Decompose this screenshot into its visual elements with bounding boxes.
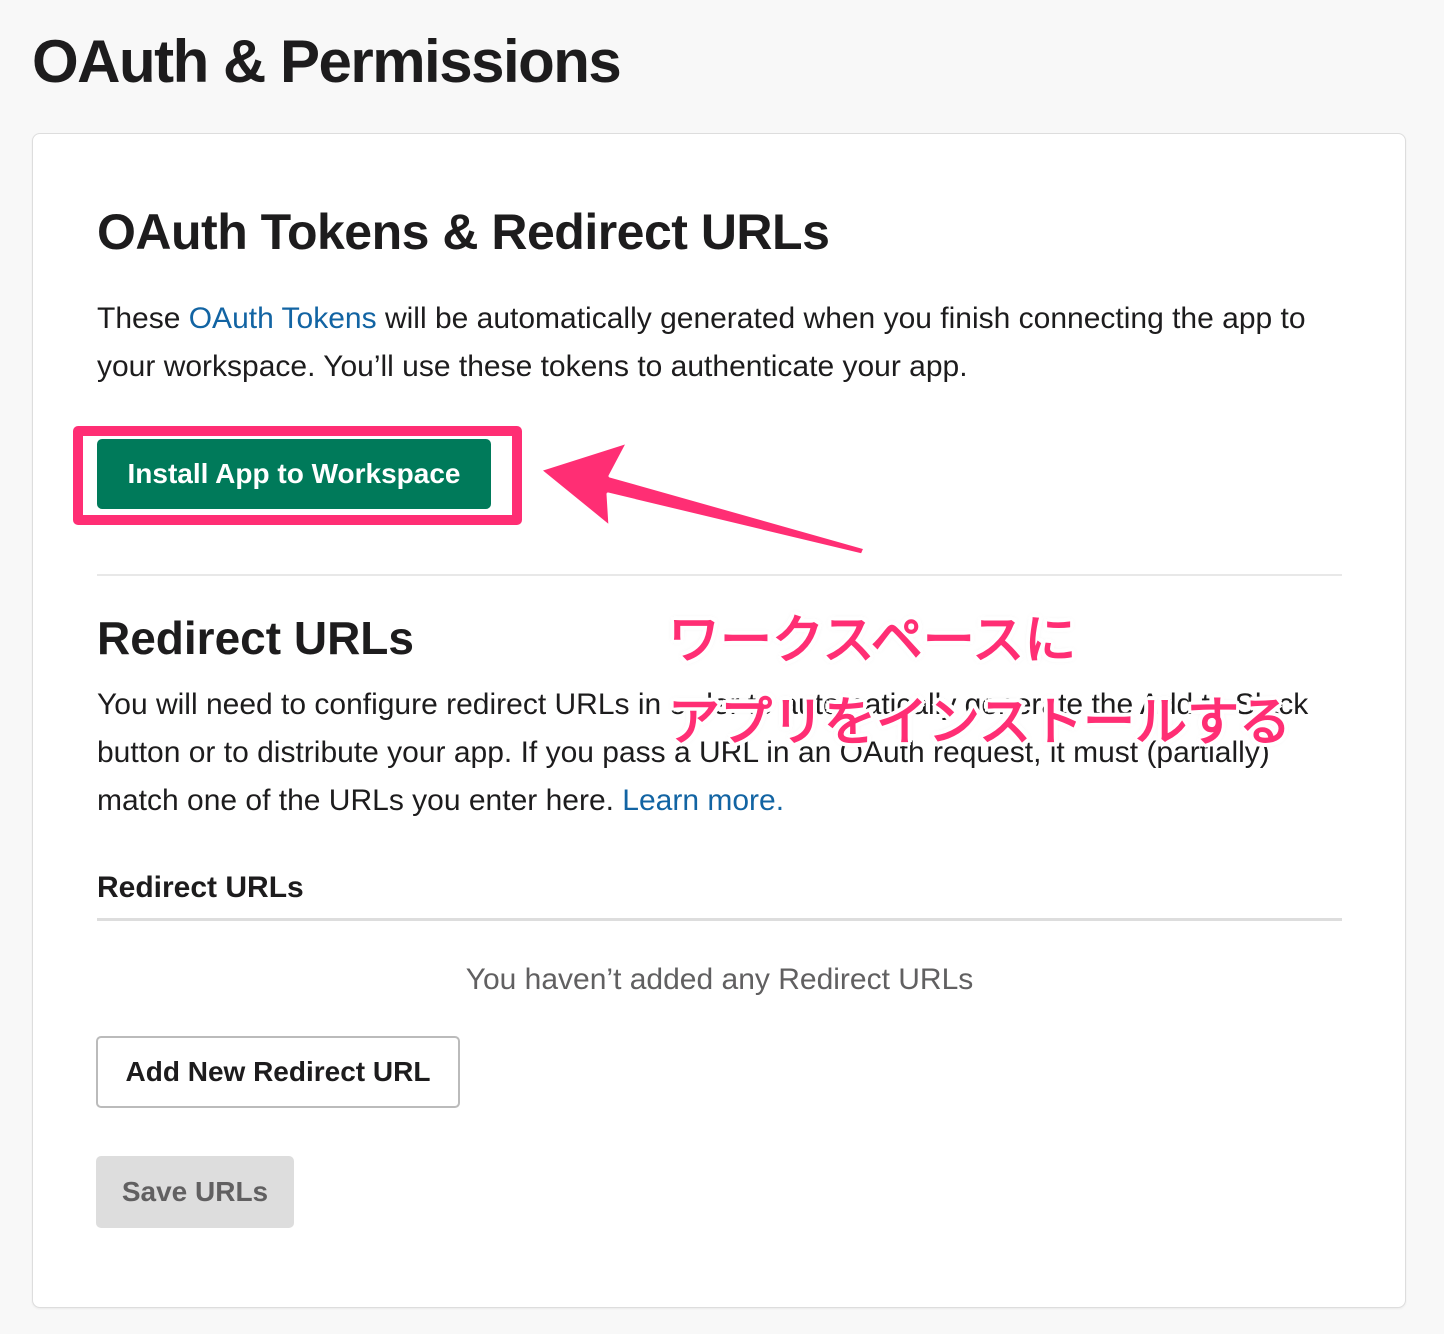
oauth-tokens-link[interactable]: OAuth Tokens xyxy=(189,302,377,335)
save-urls-button[interactable]: Save URLs xyxy=(96,1156,294,1228)
redirect-urls-empty-state: You haven’t added any Redirect URLs xyxy=(465,963,974,996)
section-divider xyxy=(97,574,1342,576)
install-app-to-workspace-button[interactable]: Install App to Workspace xyxy=(97,439,491,509)
section-title-redirect-urls: Redirect URLs xyxy=(97,612,414,664)
learn-more-link[interactable]: Learn more. xyxy=(622,784,784,817)
field-divider xyxy=(97,918,1342,921)
section-title-oauth-tokens: OAuth Tokens & Redirect URLs xyxy=(97,204,830,260)
annotation-text-line1: ワークスペースに xyxy=(668,611,1077,671)
page-title: OAuth & Permissions xyxy=(32,28,622,95)
add-new-redirect-url-button[interactable]: Add New Redirect URL xyxy=(96,1036,460,1108)
tokens-description: These OAuth Tokens will be automatically… xyxy=(97,295,1347,391)
annotation-text-line2: アプリをインストールする xyxy=(668,693,1291,753)
redirect-urls-field-label: Redirect URLs xyxy=(97,871,304,904)
tokens-description-prefix: These xyxy=(97,302,189,335)
